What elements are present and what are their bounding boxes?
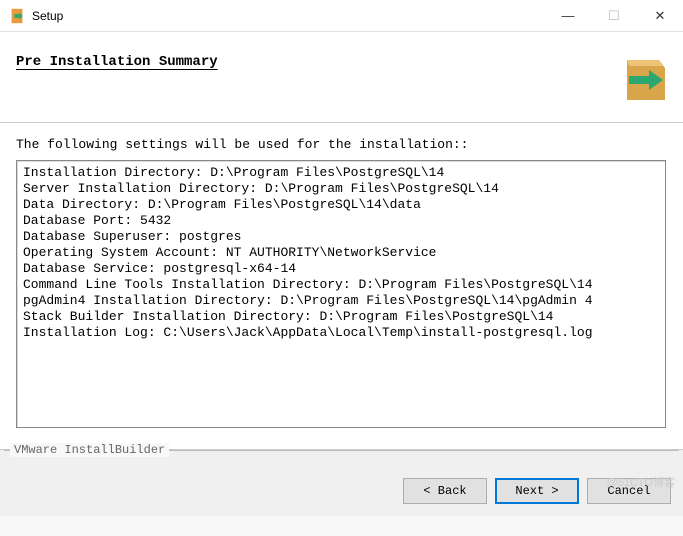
titlebar: Setup — ☐ ✕ xyxy=(0,0,683,32)
close-button[interactable]: ✕ xyxy=(637,0,683,31)
footer: VMware InstallBuilder < Back Next > Canc… xyxy=(0,450,683,516)
header: Pre Installation Summary xyxy=(0,32,683,122)
minimize-button[interactable]: — xyxy=(545,0,591,31)
next-button[interactable]: Next > xyxy=(495,478,579,504)
app-icon xyxy=(8,7,26,25)
package-icon xyxy=(615,50,671,111)
content: The following settings will be used for … xyxy=(0,122,683,450)
maximize-button: ☐ xyxy=(591,0,637,31)
intro-text: The following settings will be used for … xyxy=(16,137,667,152)
window-title: Setup xyxy=(32,9,63,23)
builder-label: VMware InstallBuilder xyxy=(10,443,169,457)
watermark: @51CTO博客 xyxy=(607,474,675,490)
window-controls: — ☐ ✕ xyxy=(545,0,683,31)
summary-textarea[interactable]: Installation Directory: D:\Program Files… xyxy=(16,160,666,428)
back-button[interactable]: < Back xyxy=(403,478,487,504)
page-title: Pre Installation Summary xyxy=(16,54,667,70)
